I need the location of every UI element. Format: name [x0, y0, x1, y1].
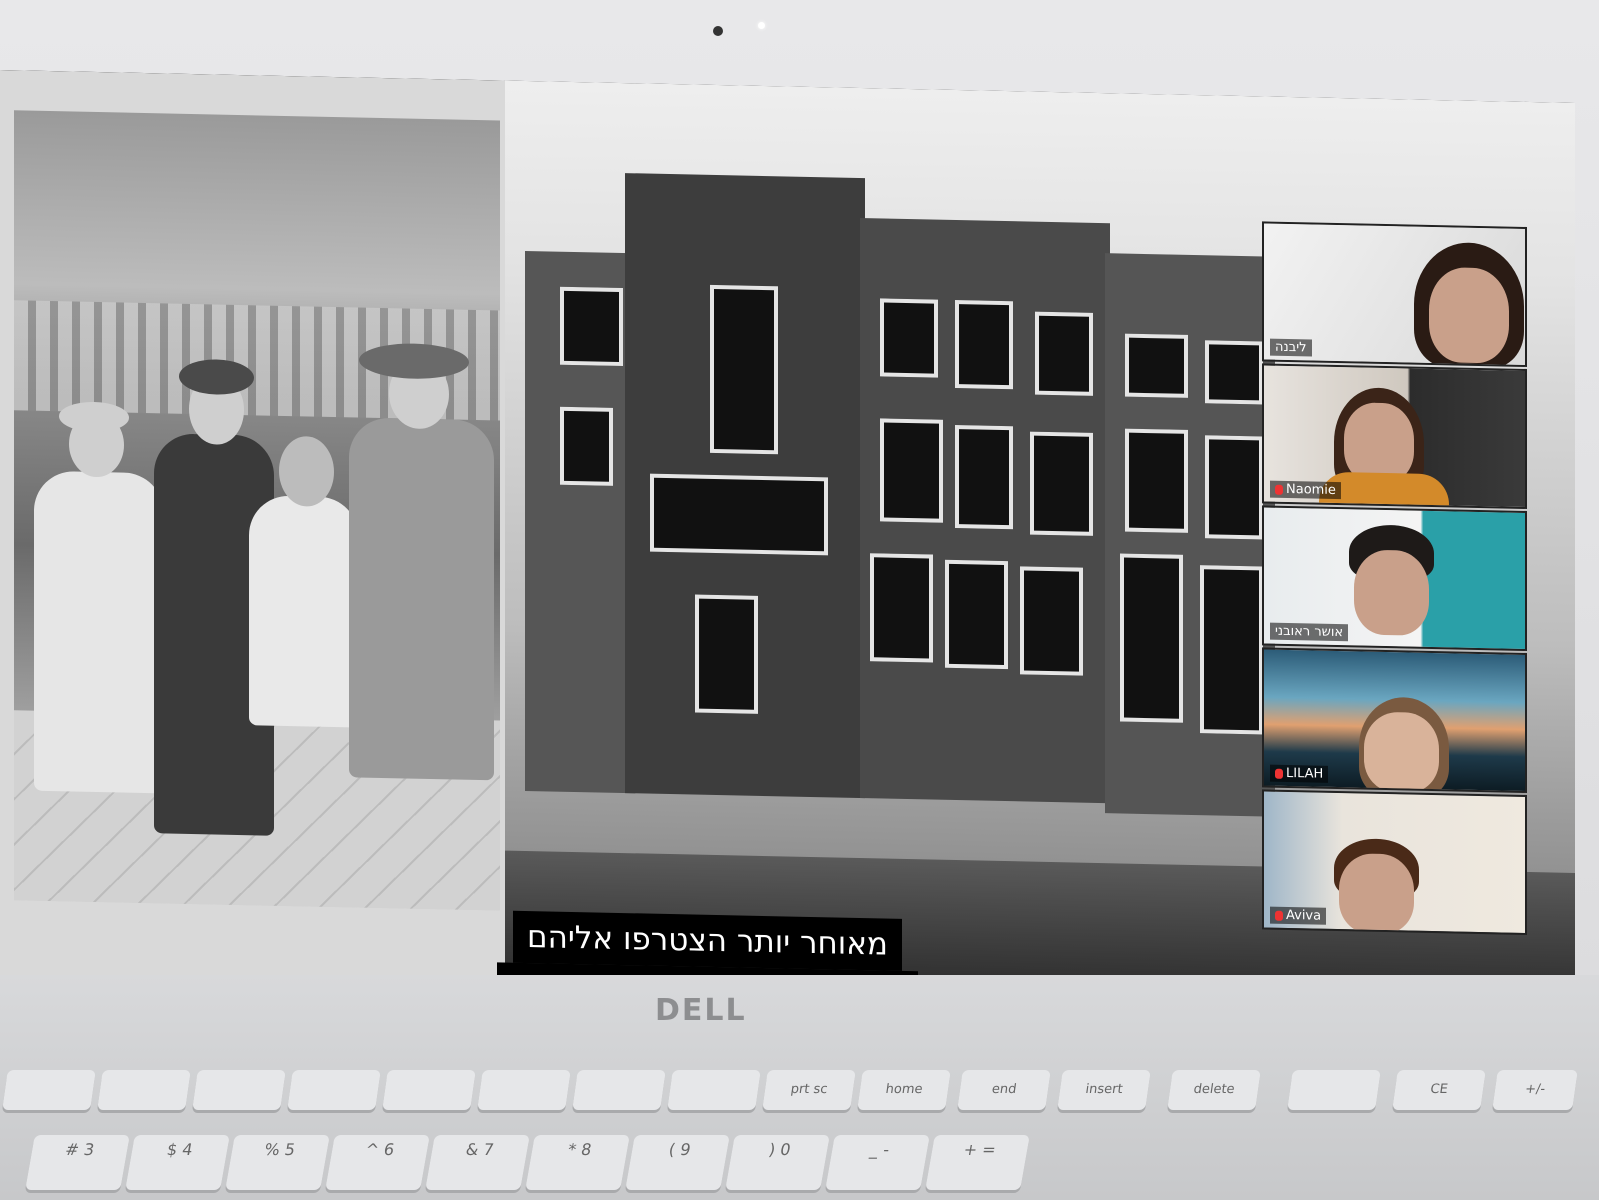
key-f4[interactable]: [287, 1070, 381, 1110]
mic-muted-icon: [1275, 484, 1283, 495]
key-6[interactable]: ^ 6: [325, 1135, 430, 1190]
key-3[interactable]: # 3: [25, 1135, 130, 1190]
key-end[interactable]: end: [957, 1070, 1051, 1110]
participant-tile-4[interactable]: LILAH: [1262, 647, 1527, 793]
number-key-row: # 3 $ 4 % 5 ^ 6 & 7 * 8 ( 9 ) 0 _ - + =: [0, 1135, 1599, 1195]
participant-name: LILAH: [1270, 764, 1329, 783]
key-insert[interactable]: insert: [1057, 1070, 1151, 1110]
participant-tile-5[interactable]: Aviva: [1262, 789, 1527, 935]
participant-tile-1[interactable]: ליבנה: [1262, 221, 1527, 367]
figure-girl: [249, 495, 359, 728]
key-equals[interactable]: + =: [925, 1135, 1030, 1190]
key-7[interactable]: & 7: [425, 1135, 530, 1190]
participant-name: ליבנה: [1270, 338, 1312, 357]
key-minus[interactable]: _ -: [825, 1135, 930, 1190]
key-5[interactable]: % 5: [225, 1135, 330, 1190]
participant-tile-2[interactable]: Naomie: [1262, 363, 1527, 509]
key-f5[interactable]: [382, 1070, 476, 1110]
laptop-base: DELL prt sc home end insert delete CE +/…: [0, 975, 1599, 1200]
key-delete[interactable]: delete: [1167, 1070, 1261, 1110]
mic-muted-icon: [1275, 910, 1283, 921]
laptop-screen: מאוחר יותר הצטרפו אליהם משפחת ואן פלס ופ…: [0, 70, 1575, 1008]
key-4[interactable]: $ 4: [125, 1135, 230, 1190]
participant-video: [1429, 266, 1509, 364]
key-8[interactable]: * 8: [525, 1135, 630, 1190]
key-f1[interactable]: [2, 1070, 96, 1110]
shared-screen-slide: מאוחר יותר הצטרפו אליהם משפחת ואן פלס ופ…: [0, 70, 1575, 1008]
key-calculator[interactable]: [1287, 1070, 1381, 1110]
family-photo: [14, 110, 500, 911]
subtitle-line-1: מאוחר יותר הצטרפו אליהם: [513, 910, 902, 971]
webcam-icon: [713, 26, 723, 36]
key-prtsc[interactable]: prt sc: [762, 1070, 856, 1110]
figure-woman-left: [34, 470, 164, 794]
figure-woman-right: [349, 417, 494, 781]
key-ce[interactable]: CE: [1392, 1070, 1486, 1110]
key-home[interactable]: home: [857, 1070, 951, 1110]
mic-muted-icon: [1275, 768, 1283, 779]
participant-tile-3[interactable]: אושר ראובני: [1262, 505, 1527, 651]
key-f9[interactable]: [667, 1070, 761, 1110]
function-key-row: prt sc home end insert delete CE +/-: [0, 1070, 1599, 1120]
key-f3[interactable]: [192, 1070, 286, 1110]
key-f8[interactable]: [572, 1070, 666, 1110]
key-9[interactable]: ( 9: [625, 1135, 730, 1190]
brand-logo: DELL: [655, 993, 747, 1028]
key-f6[interactable]: [477, 1070, 571, 1110]
participant-name: Naomie: [1270, 480, 1341, 500]
key-0[interactable]: ) 0: [725, 1135, 830, 1190]
participant-name: אושר ראובני: [1270, 622, 1349, 642]
key-f2[interactable]: [97, 1070, 191, 1110]
key-plus-minus[interactable]: +/-: [1492, 1070, 1578, 1110]
webcam-light: [758, 22, 765, 29]
participant-name: Aviva: [1270, 906, 1327, 925]
